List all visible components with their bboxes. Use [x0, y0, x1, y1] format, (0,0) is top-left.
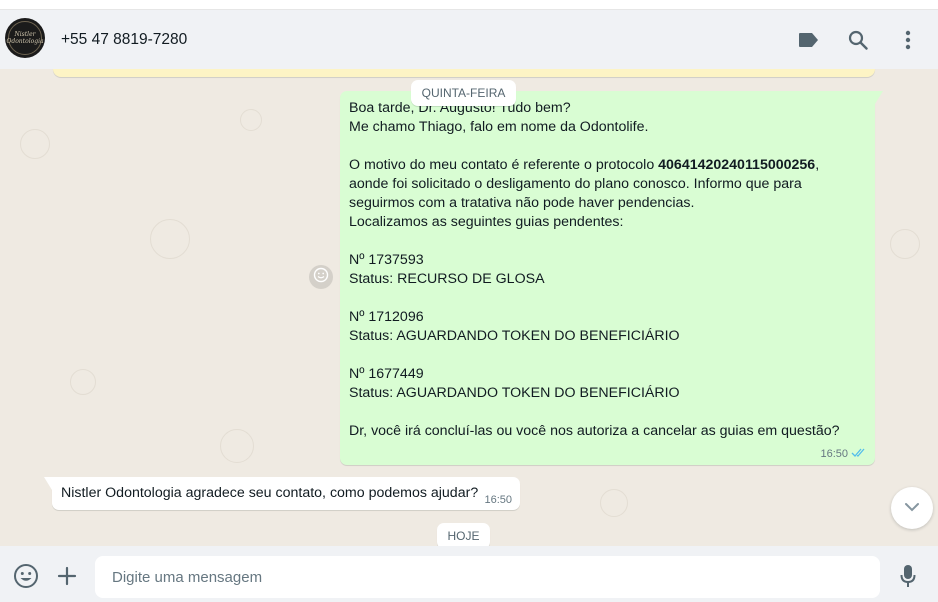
contact-name[interactable]: +55 47 8819-7280 — [61, 31, 187, 49]
message-meta: 16:50 — [820, 447, 867, 461]
chat-panel[interactable]: Boa tarde, Dr. Augusto! Tudo bem? Me cha… — [0, 69, 938, 546]
attach-icon[interactable] — [54, 563, 80, 589]
avatar[interactable]: Nistler Odontologia — [5, 18, 45, 58]
wallpaper-doodle — [20, 129, 50, 159]
scroll-to-bottom-button[interactable] — [891, 487, 933, 529]
bubble-tail — [875, 91, 883, 104]
incoming-message[interactable]: Nistler Odontologia agradece seu contato… — [44, 477, 520, 510]
chat-header: Nistler Odontologia +55 47 8819-7280 — [0, 9, 938, 69]
bubble-tail — [44, 477, 52, 490]
wallpaper-doodle — [890, 229, 920, 259]
avatar-logo: Nistler Odontologia — [6, 21, 44, 55]
chevron-down-icon — [904, 499, 920, 517]
message-input[interactable] — [95, 556, 880, 598]
emoji-icon — [313, 267, 329, 288]
wallpaper-doodle — [600, 489, 628, 517]
wallpaper-doodle — [240, 109, 262, 131]
emoji-icon[interactable] — [13, 563, 39, 589]
reaction-button[interactable] — [309, 265, 333, 289]
system-message-strip — [53, 69, 875, 77]
search-icon[interactable] — [846, 28, 870, 52]
wallpaper-doodle — [220, 429, 254, 463]
incoming-message-text: Nistler Odontologia agradece seu contato… — [61, 485, 479, 501]
menu-icon[interactable] — [896, 28, 920, 52]
compose-bar — [0, 546, 938, 602]
microphone-icon[interactable] — [895, 563, 921, 589]
wallpaper-doodle — [150, 219, 190, 259]
message-text-part: Boa tarde, Dr. Augusto! Tudo bem? Me cha… — [349, 100, 655, 173]
double-check-icon — [851, 447, 867, 461]
message-text-part: , aonde foi solicitado o desligamento do… — [349, 157, 840, 439]
day-separator: QUINTA-FEIRA — [411, 80, 516, 106]
protocol-number: 40641420240115000256 — [658, 157, 816, 173]
day-separator: HOJE — [437, 523, 490, 546]
outgoing-message-text: Boa tarde, Dr. Augusto! Tudo bem? Me cha… — [349, 99, 864, 441]
outgoing-message[interactable]: Boa tarde, Dr. Augusto! Tudo bem? Me cha… — [340, 91, 883, 465]
message-time: 16:50 — [820, 448, 848, 460]
message-time: 16:50 — [484, 494, 512, 506]
avatar-logo-text: Nistler Odontologia — [6, 31, 44, 45]
wallpaper-doodle — [70, 369, 96, 395]
label-icon[interactable] — [797, 28, 821, 52]
